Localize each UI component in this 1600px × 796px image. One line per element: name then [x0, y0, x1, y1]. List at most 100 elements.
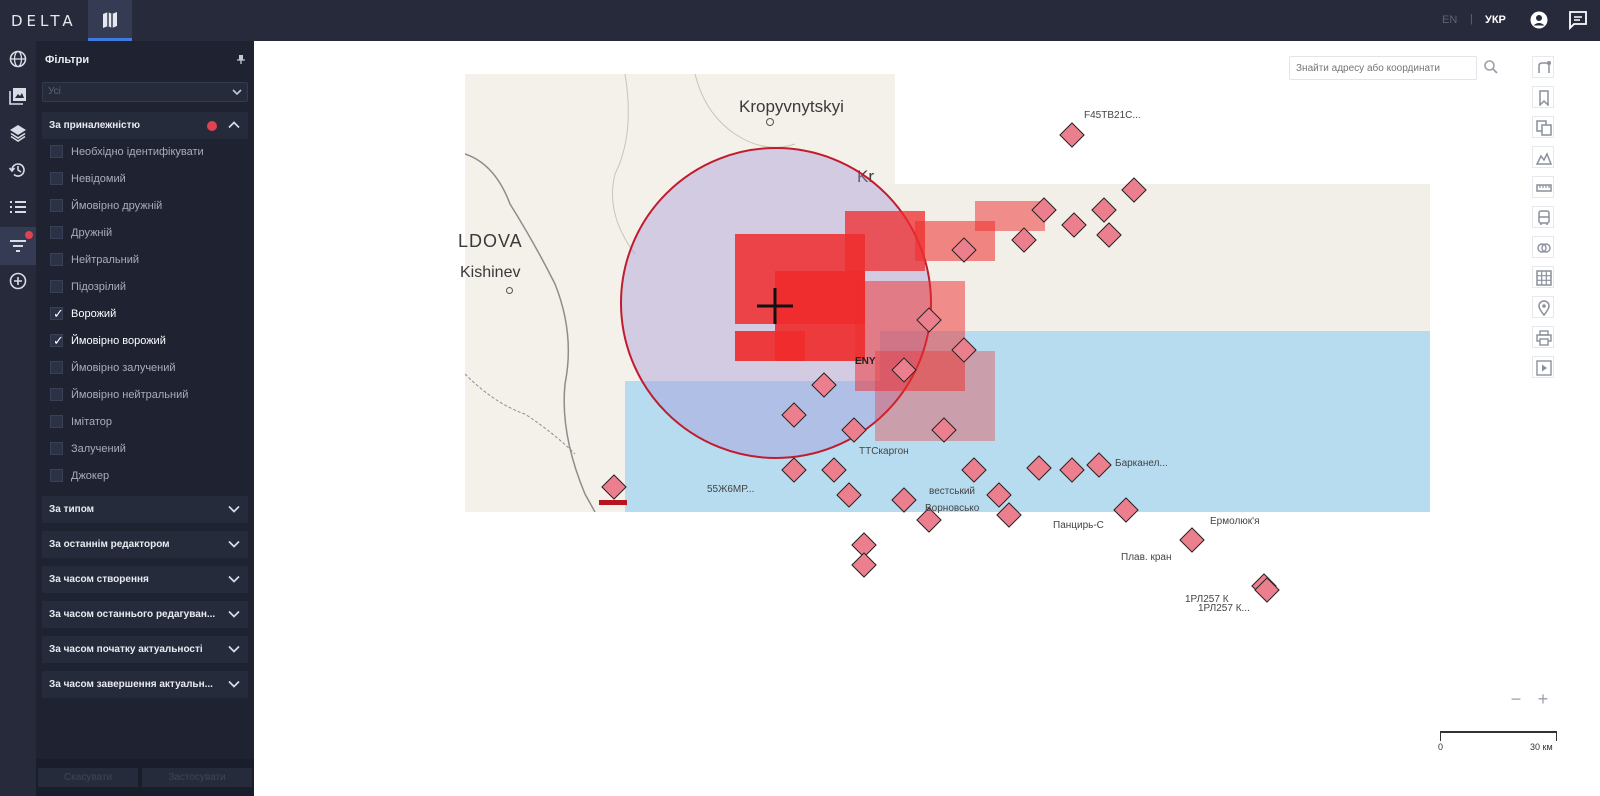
terrain-icon [1536, 152, 1552, 165]
unit-label: вестський [929, 486, 975, 497]
option-label: Ймовірно ворожий [71, 335, 166, 347]
checkbox[interactable]: ✓ [50, 334, 64, 349]
checkbox[interactable] [50, 226, 63, 239]
unit-label: F45TB21C... [1084, 110, 1141, 121]
checkbox[interactable] [50, 280, 63, 293]
chevron-up-icon [228, 121, 240, 129]
route-tool[interactable] [1532, 56, 1554, 78]
zoom-out-button[interactable]: − [1505, 689, 1527, 711]
checkbox[interactable] [50, 469, 63, 482]
filter-scope-select[interactable]: Усі [42, 82, 248, 102]
marker-tool[interactable] [1532, 296, 1554, 318]
chevron-down-icon [232, 89, 242, 96]
scale-bar [1440, 731, 1557, 741]
rail-gallery[interactable] [6, 84, 30, 108]
affiliation-option[interactable]: Джокер [50, 466, 250, 486]
affiliation-option[interactable]: Ймовірно залучений [50, 358, 250, 378]
lang-separator: | [1470, 13, 1473, 25]
affiliation-option[interactable]: ✓ Ворожий [50, 304, 250, 324]
option-label: Нейтральний [71, 254, 139, 266]
filter-active-dot [25, 231, 33, 239]
affiliation-option[interactable]: Підозрілий [50, 277, 250, 297]
bookmark-tool[interactable] [1532, 86, 1554, 108]
rail-history[interactable] [6, 158, 30, 182]
affiliation-option[interactable]: ✓ Ймовірно ворожий [50, 331, 250, 351]
unit-label: Ермолюк'я [1210, 516, 1260, 527]
account-icon[interactable] [1530, 11, 1548, 29]
filter-section[interactable]: За останнім редактором [42, 531, 248, 558]
route-icon [1538, 61, 1551, 73]
unit-label: Плав. кран [1121, 552, 1172, 563]
copy-tool[interactable] [1532, 116, 1554, 138]
lang-ukr-button[interactable]: УКР [1485, 14, 1506, 26]
map-tab[interactable] [88, 0, 132, 41]
unit-symbol[interactable] [1059, 122, 1085, 148]
section-affiliation[interactable]: За приналежністю [42, 112, 248, 139]
top-bar: DELTA EN | УКР [0, 0, 1600, 41]
globe-icon [9, 50, 27, 68]
rail-filter[interactable] [0, 227, 36, 265]
zoom-in-button[interactable]: + [1532, 689, 1554, 711]
coins-tool[interactable] [1532, 236, 1554, 258]
option-label: Ймовірно дружній [71, 200, 163, 212]
left-rail [0, 41, 36, 796]
option-label: Ймовірно нейтральний [71, 389, 189, 401]
checkbox[interactable] [50, 361, 63, 374]
checkbox[interactable] [50, 442, 63, 455]
checkbox[interactable] [50, 415, 63, 428]
play-icon [1536, 360, 1552, 376]
affiliation-option[interactable]: Ймовірно дружній [50, 196, 250, 216]
bus-icon [1538, 210, 1550, 225]
select-value: Усі [48, 86, 61, 97]
affiliation-option[interactable]: Невідомий [50, 169, 250, 189]
city-marker [506, 287, 513, 294]
filter-section[interactable]: За часом останнього редагуван... [42, 601, 248, 628]
filter-section[interactable]: За часом початку актуальності [42, 636, 248, 663]
checkbox[interactable] [50, 388, 63, 401]
affiliation-option[interactable]: Ймовірно нейтральний [50, 385, 250, 405]
unit-symbol[interactable] [851, 552, 877, 578]
pin-icon[interactable] [236, 54, 246, 64]
map-canvas[interactable]: Kropyvnytskyi Kr LDOVA Kishinev F45TB21C… [255, 41, 1600, 796]
grid-icon [1536, 270, 1552, 286]
section-label: За часом початку актуальності [49, 644, 203, 655]
section-label: За приналежністю [49, 120, 141, 131]
address-search-input[interactable] [1289, 56, 1477, 80]
grid-tool[interactable] [1532, 266, 1554, 288]
affiliation-option[interactable]: Нейтральний [50, 250, 250, 270]
bookmark-icon [1539, 90, 1549, 106]
rail-list[interactable] [6, 195, 30, 219]
rail-globe[interactable] [6, 47, 30, 71]
filter-panel: Фільтри Усі За приналежністю Необхідно і… [36, 41, 254, 796]
vehicle-tool[interactable] [1532, 206, 1554, 228]
rail-add[interactable] [6, 269, 30, 293]
affiliation-option[interactable]: Імітатор [50, 412, 250, 432]
rail-layers[interactable] [6, 121, 30, 145]
filter-section[interactable]: За типом [42, 496, 248, 523]
play-tool[interactable] [1532, 356, 1554, 378]
affiliation-option[interactable]: Дружній [50, 223, 250, 243]
section-label: За часом завершення актуальн... [49, 679, 213, 690]
checkbox[interactable] [50, 199, 63, 212]
measure-tool[interactable] [1532, 176, 1554, 198]
filter-section[interactable]: За часом створення [42, 566, 248, 593]
unit-cluster[interactable] [735, 331, 805, 361]
checkbox[interactable] [50, 172, 63, 185]
affiliation-option[interactable]: Необхідно ідентифікувати [50, 142, 250, 162]
checkbox[interactable] [50, 145, 63, 158]
reset-button[interactable]: Скасувати [38, 768, 138, 787]
search-icon[interactable] [1484, 60, 1498, 74]
gallery-icon [9, 88, 26, 105]
apply-button[interactable]: Застосувати [142, 768, 252, 787]
filter-section[interactable]: За часом завершення актуальн... [42, 671, 248, 698]
affiliation-option[interactable]: Залучений [50, 439, 250, 459]
checkbox[interactable] [50, 253, 63, 266]
city-label: Kropyvnytskyi [739, 97, 844, 116]
checkbox[interactable]: ✓ [50, 307, 64, 322]
terrain-tool[interactable] [1532, 146, 1554, 168]
chat-icon[interactable] [1568, 10, 1588, 30]
print-tool[interactable] [1532, 326, 1554, 348]
unit-symbol[interactable] [1179, 527, 1205, 553]
unit-cluster[interactable] [845, 211, 925, 271]
lang-en-button[interactable]: EN [1442, 14, 1457, 26]
